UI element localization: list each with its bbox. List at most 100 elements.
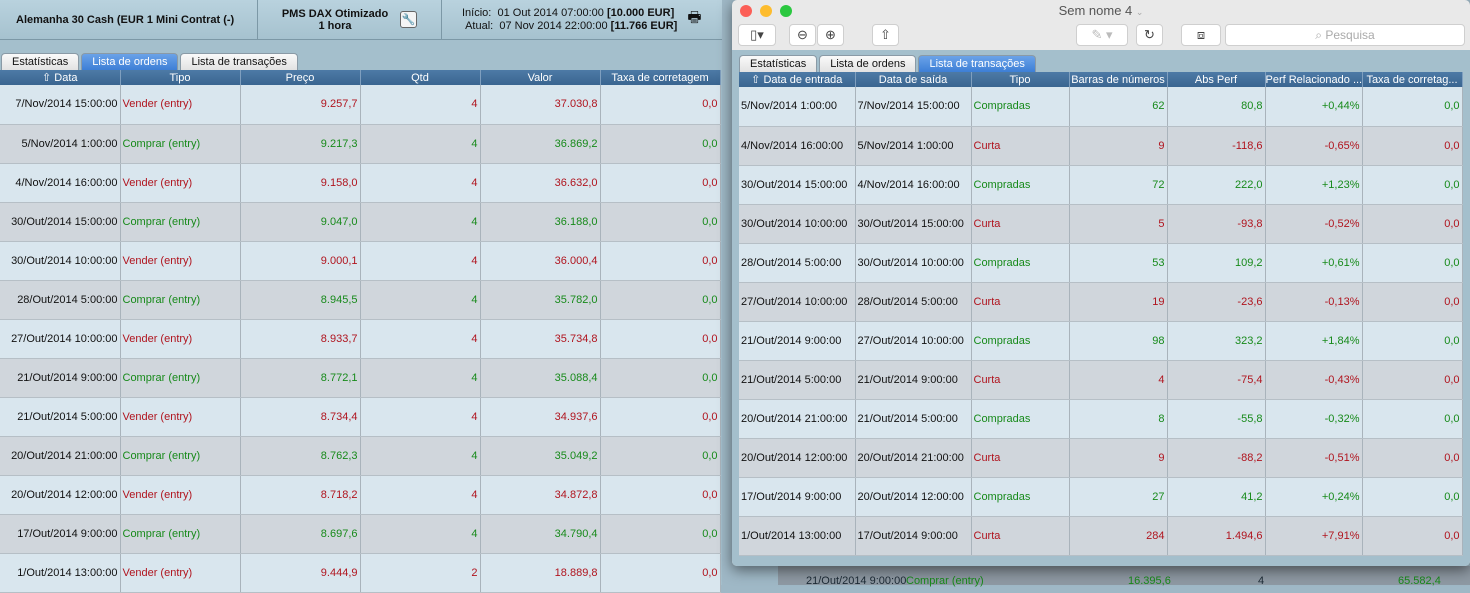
- cell: +1,23%: [1265, 165, 1363, 205]
- cell: -0,51%: [1265, 438, 1363, 478]
- cell: 0,0: [600, 163, 721, 203]
- cell: 4: [360, 397, 481, 437]
- cell: -88,2: [1167, 438, 1266, 478]
- cell: 4: [360, 319, 481, 359]
- cell: Compradas: [971, 321, 1070, 361]
- cell: 17/Out/2014 9:00:00: [855, 516, 972, 556]
- column-header[interactable]: ⇧ Data: [0, 70, 121, 85]
- cell: 222,0: [1167, 165, 1266, 205]
- annotate-button[interactable]: ✎ ▾: [1076, 24, 1128, 46]
- cell: 30/Out/2014 15:00:00: [0, 202, 121, 242]
- cell: 0,0: [600, 397, 721, 437]
- share-button[interactable]: ⇧: [872, 24, 899, 46]
- cell: 4: [360, 124, 481, 164]
- tab-transaction-list[interactable]: Lista de transações: [180, 53, 298, 70]
- column-header[interactable]: Perf Relacionado ...: [1265, 72, 1363, 87]
- cell: 28/Out/2014 5:00:00: [855, 282, 972, 322]
- cell: 8.762,3: [240, 436, 361, 476]
- column-header[interactable]: Qtd: [360, 70, 481, 85]
- cell: 323,2: [1167, 321, 1266, 361]
- chevron-down-icon[interactable]: ⌄: [1136, 7, 1144, 17]
- cell: 21/Out/2014 5:00:00: [739, 360, 856, 400]
- cell: 30/Out/2014 15:00:00: [855, 204, 972, 244]
- column-header[interactable]: Taxa de corretagem: [600, 70, 721, 85]
- start-value: [10.000 EUR]: [606, 6, 675, 19]
- cell: 0,0: [1362, 438, 1463, 478]
- zoom-out-button[interactable]: ⊖: [789, 24, 816, 46]
- tab-order-list[interactable]: Lista de ordens: [81, 53, 179, 70]
- cell: Curta: [971, 126, 1070, 166]
- cell: 41,2: [1167, 477, 1266, 517]
- cell: 19: [1069, 282, 1168, 322]
- cell: 30/Out/2014 15:00:00: [739, 165, 856, 205]
- printer-icon[interactable]: 🖶: [687, 7, 701, 32]
- toolbar: ▯▾ ⊖ ⊕ ⇧ ✎ ▾ ↻ ⧈ ⌕ Pesquisa: [732, 22, 1470, 52]
- instrument-name: Alemanha 30 Cash (EUR 1 Mini Contrat (-): [16, 13, 235, 26]
- strategy-name: PMS DAX Otimizado: [281, 7, 389, 20]
- cell: 9.217,3: [240, 124, 361, 164]
- cell: Comprar (entry): [120, 202, 241, 242]
- column-header[interactable]: Barras de números: [1069, 72, 1168, 87]
- column-header[interactable]: Tipo: [971, 72, 1070, 87]
- cell: 35.782,0: [480, 280, 601, 320]
- cell: 0,0: [600, 514, 721, 554]
- table-row: 30/Out/2014 10:00:00 30/Out/2014 15:00:00…: [739, 204, 1463, 244]
- search-field[interactable]: ⌕ Pesquisa: [1225, 24, 1465, 46]
- zoom-button[interactable]: [780, 5, 792, 17]
- tab-statistics[interactable]: Estatísticas: [739, 55, 818, 72]
- toolbox-button[interactable]: ⧈: [1181, 24, 1221, 46]
- table-row: 30/Out/2014 15:00:00 4/Nov/2014 16:00:00 C…: [739, 165, 1463, 205]
- column-header[interactable]: Preço: [240, 70, 361, 85]
- cell: +0,24%: [1265, 477, 1363, 517]
- cell: 4/Nov/2014 16:00:00: [0, 163, 121, 203]
- table-row: 27/Out/2014 10:00:00 Vender (entry) 8.933,…: [0, 319, 721, 359]
- cell: -0,65%: [1265, 126, 1363, 166]
- cell: 37.030,8: [480, 85, 601, 125]
- cell: 30/Out/2014 10:00:00: [0, 241, 121, 281]
- cell: 0,0: [1362, 282, 1463, 322]
- minimize-button[interactable]: [760, 5, 772, 17]
- column-header[interactable]: Tipo: [120, 70, 241, 85]
- column-header[interactable]: Abs Perf: [1167, 72, 1266, 87]
- cell: Vender (entry): [120, 397, 241, 437]
- cell: Comprar (entry): [120, 358, 241, 398]
- tab-order-list[interactable]: Lista de ordens: [819, 55, 917, 72]
- column-header[interactable]: Taxa de corretag...: [1362, 72, 1463, 87]
- current-label: Atual:: [465, 19, 494, 32]
- table-row: 21/Out/2014 5:00:00 21/Out/2014 9:00:00 Cu…: [739, 360, 1463, 400]
- wrench-icon[interactable]: 🔧: [400, 11, 418, 28]
- cell: 21/Out/2014 5:00:00: [855, 399, 972, 439]
- column-header[interactable]: Data de saída: [855, 72, 972, 87]
- cell: -23,6: [1167, 282, 1266, 322]
- sidebar-toggle-button[interactable]: ▯▾: [738, 24, 776, 46]
- cell: 8.734,4: [240, 397, 361, 437]
- cell: 21/Out/2014 9:00:00: [855, 360, 972, 400]
- cell: 0,0: [1362, 321, 1463, 361]
- cell: -0,32%: [1265, 399, 1363, 439]
- cell: 0,0: [1362, 87, 1463, 127]
- cell: Curta: [971, 516, 1070, 556]
- close-button[interactable]: [740, 5, 752, 17]
- tab-transaction-list[interactable]: Lista de transações: [918, 55, 1036, 72]
- table-row: 20/Out/2014 12:00:00 20/Out/2014 21:00:00…: [739, 438, 1463, 478]
- cell: 9: [1069, 126, 1168, 166]
- bg-price: 16.395,6: [1128, 575, 1171, 587]
- column-header[interactable]: ⇧ Data de entrada: [739, 72, 856, 87]
- table-row: 17/Out/2014 9:00:00 20/Out/2014 12:00:00 C…: [739, 477, 1463, 517]
- cell: 20/Out/2014 12:00:00: [0, 475, 121, 515]
- cell: -118,6: [1167, 126, 1266, 166]
- rotate-button[interactable]: ↻: [1136, 24, 1163, 46]
- cell: 9.047,0: [240, 202, 361, 242]
- tab-statistics[interactable]: Estatísticas: [1, 53, 80, 70]
- rotate-icon: ↻: [1144, 27, 1155, 42]
- table-row: 30/Out/2014 15:00:00 Comprar (entry) 9.047…: [0, 202, 721, 242]
- table-row: 17/Out/2014 9:00:00 Comprar (entry) 8.697,…: [0, 514, 721, 554]
- cell: 8.933,7: [240, 319, 361, 359]
- cell: 0,0: [600, 124, 721, 164]
- zoom-in-button[interactable]: ⊕: [817, 24, 844, 46]
- cell: Vender (entry): [120, 241, 241, 281]
- cell: 4: [1069, 360, 1168, 400]
- cell: 5/Nov/2014 1:00:00: [855, 126, 972, 166]
- cell: +0,61%: [1265, 243, 1363, 283]
- column-header[interactable]: Valor: [480, 70, 601, 85]
